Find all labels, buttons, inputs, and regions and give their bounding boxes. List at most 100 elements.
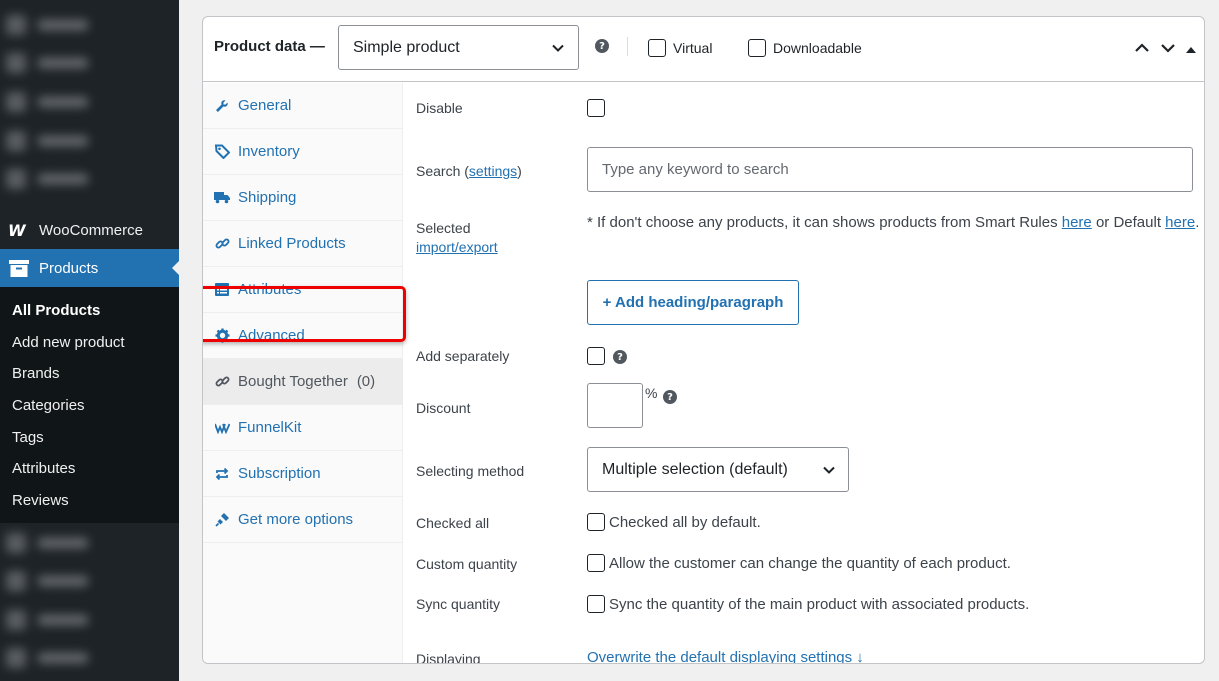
sync-quantity-label: Sync quantity bbox=[416, 596, 501, 612]
menu-item-label: WooCommerce bbox=[39, 221, 143, 239]
wrench-icon bbox=[214, 98, 230, 114]
admin-sidebar: W WooCommerce Products All Products Add … bbox=[0, 0, 180, 681]
menu-item-label: Products bbox=[39, 259, 99, 277]
search-label-text: Search ( bbox=[416, 163, 469, 179]
tab-funnelkit[interactable]: FunnelKit bbox=[203, 405, 403, 451]
blurred-menu-item[interactable] bbox=[6, 609, 126, 631]
menu-item-products[interactable]: Products bbox=[0, 249, 180, 287]
tab-linked-products[interactable]: Linked Products bbox=[203, 221, 403, 267]
downloadable-label: Downloadable bbox=[773, 40, 862, 56]
plugin-icon bbox=[214, 512, 230, 528]
virtual-checkbox[interactable] bbox=[648, 39, 666, 57]
search-settings-link[interactable]: settings bbox=[469, 163, 517, 179]
selecting-method-value: Multiple selection (default) bbox=[602, 460, 788, 478]
list-icon bbox=[214, 282, 230, 298]
bought-together-form: Disable Search (settings) Selected impor… bbox=[404, 83, 1204, 663]
custom-quantity-checkbox[interactable] bbox=[587, 554, 605, 572]
move-up-icon[interactable] bbox=[1134, 41, 1150, 59]
add-heading-paragraph-button[interactable]: + Add heading/paragraph bbox=[587, 280, 799, 325]
selecting-method-label: Selecting method bbox=[416, 463, 525, 479]
product-data-title: Product data — bbox=[214, 38, 325, 55]
discount-label: Discount bbox=[416, 400, 471, 416]
custom-quantity-text: Allow the customer can change the quanti… bbox=[609, 554, 1011, 572]
link-icon bbox=[214, 236, 230, 252]
import-export-link[interactable]: import/export bbox=[416, 239, 498, 255]
tab-inventory[interactable]: Inventory bbox=[203, 129, 403, 175]
downloadable-checkbox-field[interactable]: Downloadable bbox=[748, 39, 862, 57]
submenu-item-tags[interactable]: Tags bbox=[0, 422, 179, 454]
submenu-item-categories[interactable]: Categories bbox=[0, 390, 179, 422]
checked-all-field[interactable]: Checked all by default. bbox=[587, 513, 761, 531]
tab-attributes[interactable]: Attributes bbox=[203, 267, 403, 313]
search-label: Search (settings) bbox=[416, 162, 522, 181]
smart-rules-here-link[interactable]: here bbox=[1062, 214, 1092, 231]
product-data-panel: Product data — Simple product ? Virtual … bbox=[202, 16, 1205, 664]
blurred-menu-item[interactable] bbox=[6, 532, 126, 554]
default-here-link[interactable]: here bbox=[1165, 214, 1195, 231]
help-icon[interactable]: ? bbox=[663, 390, 677, 404]
help-icon[interactable]: ? bbox=[613, 350, 627, 364]
tab-label: Bought Together bbox=[238, 373, 348, 390]
virtual-label: Virtual bbox=[673, 40, 713, 56]
checked-all-text: Checked all by default. bbox=[609, 513, 761, 531]
blurred-menu-item[interactable] bbox=[6, 14, 126, 36]
submenu-item-all-products[interactable]: All Products bbox=[0, 295, 179, 327]
blurred-menu-item[interactable] bbox=[6, 91, 126, 113]
search-label-text-end: ) bbox=[517, 163, 522, 179]
tab-label: FunnelKit bbox=[238, 419, 302, 436]
link-icon bbox=[214, 374, 230, 390]
disable-checkbox[interactable] bbox=[587, 99, 605, 117]
tab-label: Inventory bbox=[238, 143, 300, 160]
submenu-item-reviews[interactable]: Reviews bbox=[0, 485, 179, 517]
submenu-item-add-new-product[interactable]: Add new product bbox=[0, 327, 179, 359]
blurred-menu-item[interactable] bbox=[6, 130, 126, 152]
add-separately-checkbox[interactable] bbox=[587, 347, 605, 365]
downloadable-checkbox[interactable] bbox=[748, 39, 766, 57]
tab-subscription[interactable]: Subscription bbox=[203, 451, 403, 497]
product-data-tabs: General Inventory Shipping Linked Produc… bbox=[203, 83, 403, 663]
selecting-method-select[interactable]: Multiple selection (default) bbox=[587, 447, 849, 492]
checked-all-checkbox[interactable] bbox=[587, 513, 605, 531]
move-down-icon[interactable] bbox=[1160, 41, 1176, 59]
tab-label: Linked Products bbox=[238, 235, 346, 252]
tab-label: Advanced bbox=[238, 327, 305, 344]
collapse-toggle-icon[interactable] bbox=[1186, 41, 1196, 59]
import-export-wrapper: import/export bbox=[416, 238, 498, 257]
chevron-down-icon bbox=[551, 41, 565, 60]
custom-quantity-field[interactable]: Allow the customer can change the quanti… bbox=[587, 554, 1011, 572]
gear-icon bbox=[214, 328, 230, 344]
selected-hint: * If don't choose any products, it can s… bbox=[587, 214, 1199, 231]
panel-controls bbox=[1134, 41, 1196, 59]
tab-general[interactable]: General bbox=[203, 83, 403, 129]
tab-label: Subscription bbox=[238, 465, 321, 482]
tab-bought-together[interactable]: Bought Together (0) bbox=[203, 359, 403, 405]
blurred-menu-item[interactable] bbox=[6, 52, 126, 74]
sync-quantity-field[interactable]: Sync the quantity of the main product wi… bbox=[587, 595, 1029, 613]
submenu-item-attributes[interactable]: Attributes bbox=[0, 453, 179, 485]
repeat-icon bbox=[214, 466, 230, 482]
discount-input[interactable] bbox=[587, 383, 643, 428]
tag-icon bbox=[214, 144, 230, 160]
custom-quantity-label: Custom quantity bbox=[416, 556, 518, 572]
product-search-input[interactable] bbox=[587, 147, 1193, 192]
tab-get-more-options[interactable]: Get more options bbox=[203, 497, 403, 543]
products-submenu: All Products Add new product Brands Cate… bbox=[0, 287, 179, 523]
virtual-checkbox-field[interactable]: Virtual bbox=[648, 39, 712, 57]
archive-icon bbox=[8, 259, 30, 277]
overwrite-display-settings-link[interactable]: Overwrite the default displaying setting… bbox=[587, 649, 864, 663]
blurred-menu-item[interactable] bbox=[6, 168, 126, 190]
tab-shipping[interactable]: Shipping bbox=[203, 175, 403, 221]
woocommerce-logo-icon: W bbox=[8, 220, 26, 240]
sync-quantity-text: Sync the quantity of the main product wi… bbox=[609, 595, 1030, 613]
add-separately-label: Add separately bbox=[416, 348, 510, 364]
tab-count-badge: (0) bbox=[356, 373, 376, 390]
help-icon[interactable]: ? bbox=[595, 39, 609, 53]
submenu-item-brands[interactable]: Brands bbox=[0, 358, 179, 390]
blurred-menu-item[interactable] bbox=[6, 570, 126, 592]
sync-quantity-checkbox[interactable] bbox=[587, 595, 605, 613]
blurred-menu-item[interactable] bbox=[6, 647, 126, 669]
menu-item-woocommerce[interactable]: W WooCommerce bbox=[0, 212, 179, 248]
tab-advanced[interactable]: Advanced bbox=[203, 313, 403, 359]
product-type-select[interactable]: Simple product bbox=[338, 25, 579, 70]
displaying-label: Displaying bbox=[416, 651, 481, 664]
